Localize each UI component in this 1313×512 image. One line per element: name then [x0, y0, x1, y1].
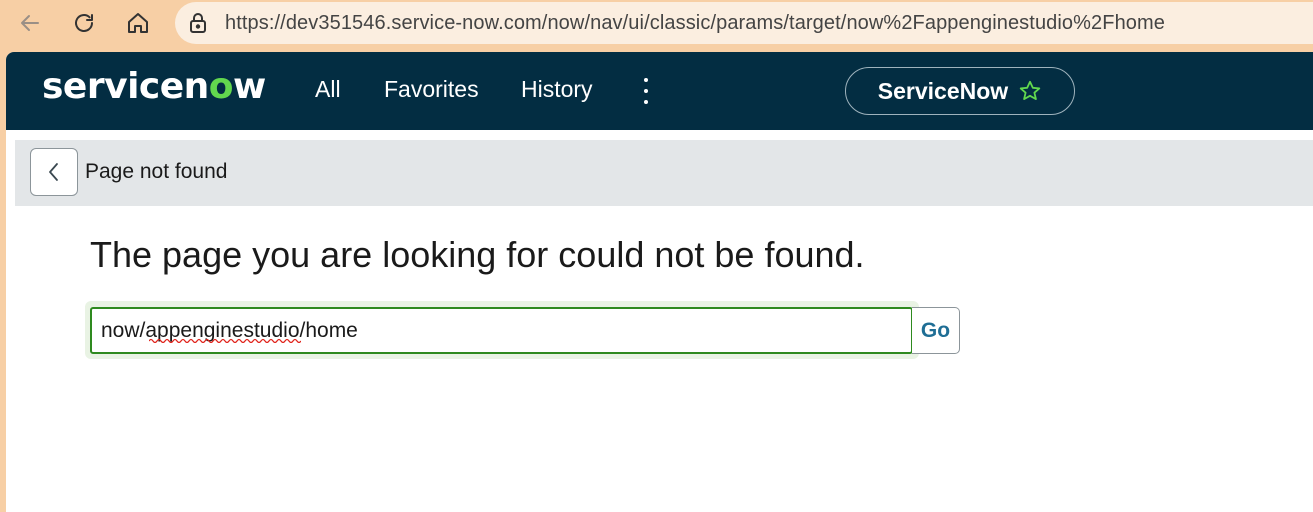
url-text[interactable]: https://dev351546.service-now.com/now/na… — [225, 12, 1165, 35]
instance-name: ServiceNow — [877, 77, 1009, 104]
go-button[interactable]: Go — [912, 307, 960, 354]
refresh-icon[interactable] — [67, 6, 101, 40]
title-bar: Page not found — [15, 140, 1313, 206]
chevron-left-icon — [49, 163, 58, 181]
nav-history[interactable]: History — [521, 76, 593, 103]
back-button[interactable] — [30, 148, 78, 196]
page: servicenow All Favorites History Service… — [6, 52, 1313, 512]
star-icon[interactable] — [1018, 79, 1042, 103]
page-title: Page not found — [85, 160, 228, 183]
back-icon[interactable] — [13, 6, 47, 40]
lock-icon[interactable] — [188, 12, 208, 34]
more-menu-icon[interactable] — [638, 78, 654, 104]
servicenow-logo[interactable]: servicenow — [42, 66, 266, 107]
nav-favorites[interactable]: Favorites — [384, 76, 479, 103]
logo-mark: o — [208, 66, 234, 107]
home-icon[interactable] — [121, 6, 155, 40]
nav-all[interactable]: All — [315, 76, 341, 103]
logo-suffix: w — [233, 66, 266, 107]
browser-toolbar: https://dev351546.service-now.com/now/na… — [0, 0, 1313, 48]
address-bar[interactable]: https://dev351546.service-now.com/now/na… — [175, 2, 1313, 44]
url-input-focus-ring — [85, 301, 919, 359]
not-found-heading: The page you are looking for could not b… — [90, 234, 865, 275]
instance-button[interactable]: ServiceNow — [845, 67, 1075, 115]
servicenow-header: servicenow All Favorites History Service… — [6, 52, 1313, 130]
logo-prefix: servicen — [42, 66, 209, 107]
url-input[interactable] — [90, 307, 913, 354]
